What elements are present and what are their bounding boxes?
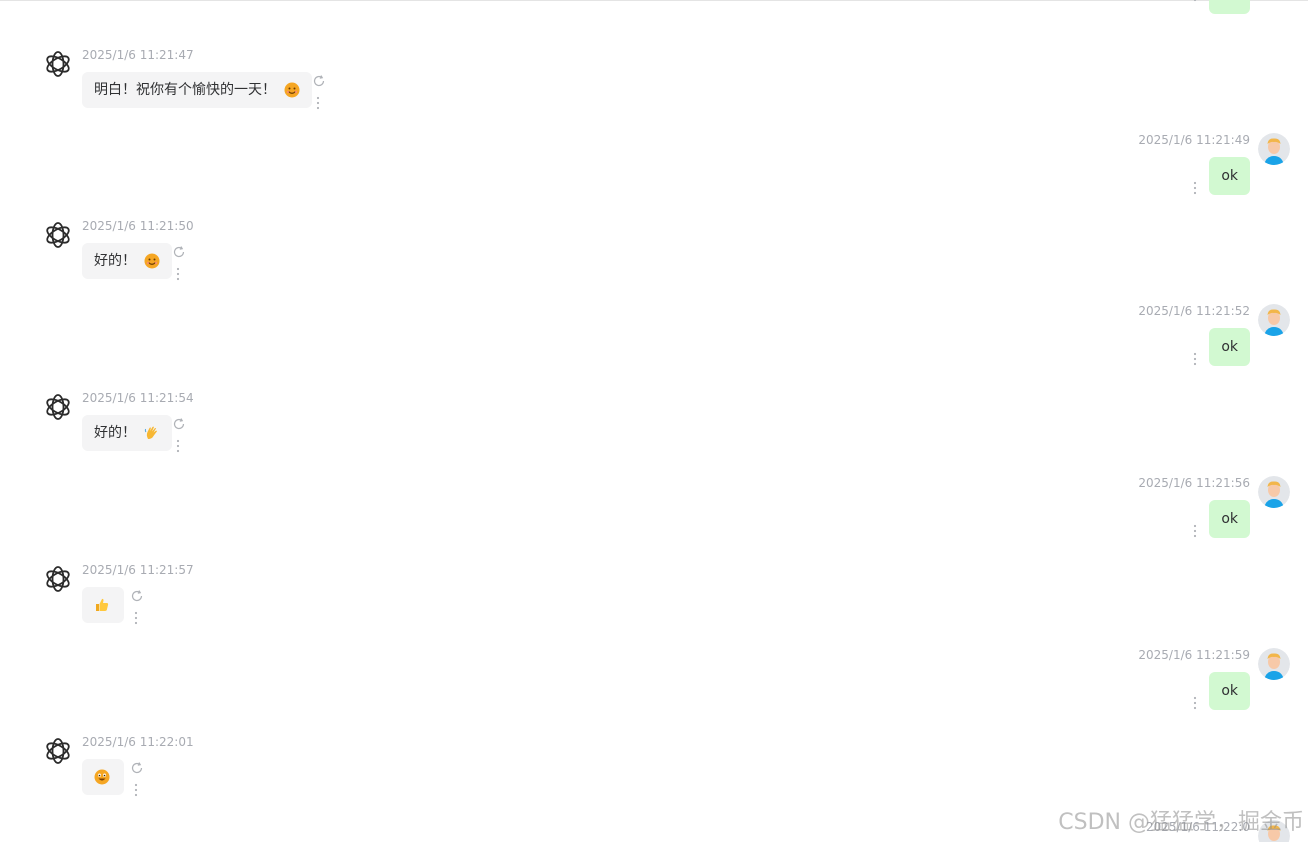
assistant-message-bubble — [82, 759, 124, 795]
openai-logo-icon — [46, 394, 70, 420]
user-message: 2025/1/6 11:21:49 ok — [990, 133, 1290, 197]
more-options-icon[interactable] — [1192, 352, 1198, 366]
assistant-message-bubble: 明白！祝你有个愉快的一天！ — [82, 72, 312, 108]
more-options-icon[interactable] — [1192, 0, 1198, 2]
message-timestamp: 2025/1/6 11:21:57 — [82, 563, 194, 577]
message-timestamp: 2025/1/6 11:21:54 — [82, 391, 194, 405]
more-options-icon[interactable] — [1192, 181, 1198, 195]
message-timestamp: 2025/1/6 11:21:50 — [82, 219, 194, 233]
openai-logo-icon — [46, 738, 70, 764]
thumbs-up-icon — [96, 598, 109, 611]
user-message: 2025/1/6 11:21:52 ok — [990, 304, 1290, 368]
user-avatar — [1258, 648, 1290, 680]
message-timestamp: 2025/1/6 11:21:59 — [1138, 648, 1250, 662]
message-text: 明白！祝你有个愉快的一天！ — [94, 82, 276, 98]
message-text: 好的！ — [94, 425, 136, 441]
assistant-message-bubble — [82, 587, 124, 623]
regenerate-icon[interactable] — [172, 245, 186, 259]
user-avatar — [1258, 133, 1290, 165]
user-message: 2025/1/6 11:21:56 ok — [990, 476, 1290, 540]
message-text: 好的！ — [94, 253, 136, 269]
watermark-text: CSDN @猛猛学，掘金币 — [1058, 810, 1304, 835]
waving-hand-icon — [144, 426, 157, 439]
message-timestamp: 2025/1/6 11:21:52 — [1138, 304, 1250, 318]
assistant-message-bubble: 好的！ — [82, 415, 172, 451]
user-message: 2025/1/6 11:21:59 ok — [990, 648, 1290, 712]
regenerate-icon[interactable] — [130, 589, 144, 603]
message-timestamp: 2025/1/6 11:21:56 — [1138, 476, 1250, 490]
user-message: ok — [990, 0, 1290, 36]
user-message-bubble: ok — [1209, 157, 1250, 195]
assistant-message-bubble: 好的！ — [82, 243, 172, 279]
more-options-icon[interactable] — [315, 96, 321, 110]
user-avatar — [1258, 304, 1290, 336]
user-message-bubble: ok — [1209, 0, 1250, 14]
more-options-icon[interactable] — [1192, 524, 1198, 538]
chat-message-list[interactable]: ok 2025/1/6 11:21:47 明白！祝你有个愉快的一天！ 2025/… — [0, 0, 1308, 842]
regenerate-icon[interactable] — [172, 417, 186, 431]
more-options-icon[interactable] — [133, 783, 139, 797]
more-options-icon[interactable] — [133, 611, 139, 625]
openai-logo-icon — [46, 51, 70, 77]
openai-logo-icon — [46, 222, 70, 248]
smiling-face-icon — [144, 253, 160, 269]
user-message-bubble: ok — [1209, 328, 1250, 366]
grinning-face-icon — [94, 769, 110, 785]
openai-logo-icon — [46, 566, 70, 592]
regenerate-icon[interactable] — [130, 761, 144, 775]
message-timestamp: 2025/1/6 11:22:01 — [82, 735, 194, 749]
smiling-face-icon — [284, 82, 300, 98]
user-message-bubble: ok — [1209, 500, 1250, 538]
user-message-bubble: ok — [1209, 672, 1250, 710]
message-timestamp: 2025/1/6 11:21:49 — [1138, 133, 1250, 147]
more-options-icon[interactable] — [175, 267, 181, 281]
message-timestamp: 2025/1/6 11:21:47 — [82, 48, 194, 62]
more-options-icon[interactable] — [175, 439, 181, 453]
more-options-icon[interactable] — [1192, 696, 1198, 710]
regenerate-icon[interactable] — [312, 74, 326, 88]
user-avatar — [1258, 476, 1290, 508]
